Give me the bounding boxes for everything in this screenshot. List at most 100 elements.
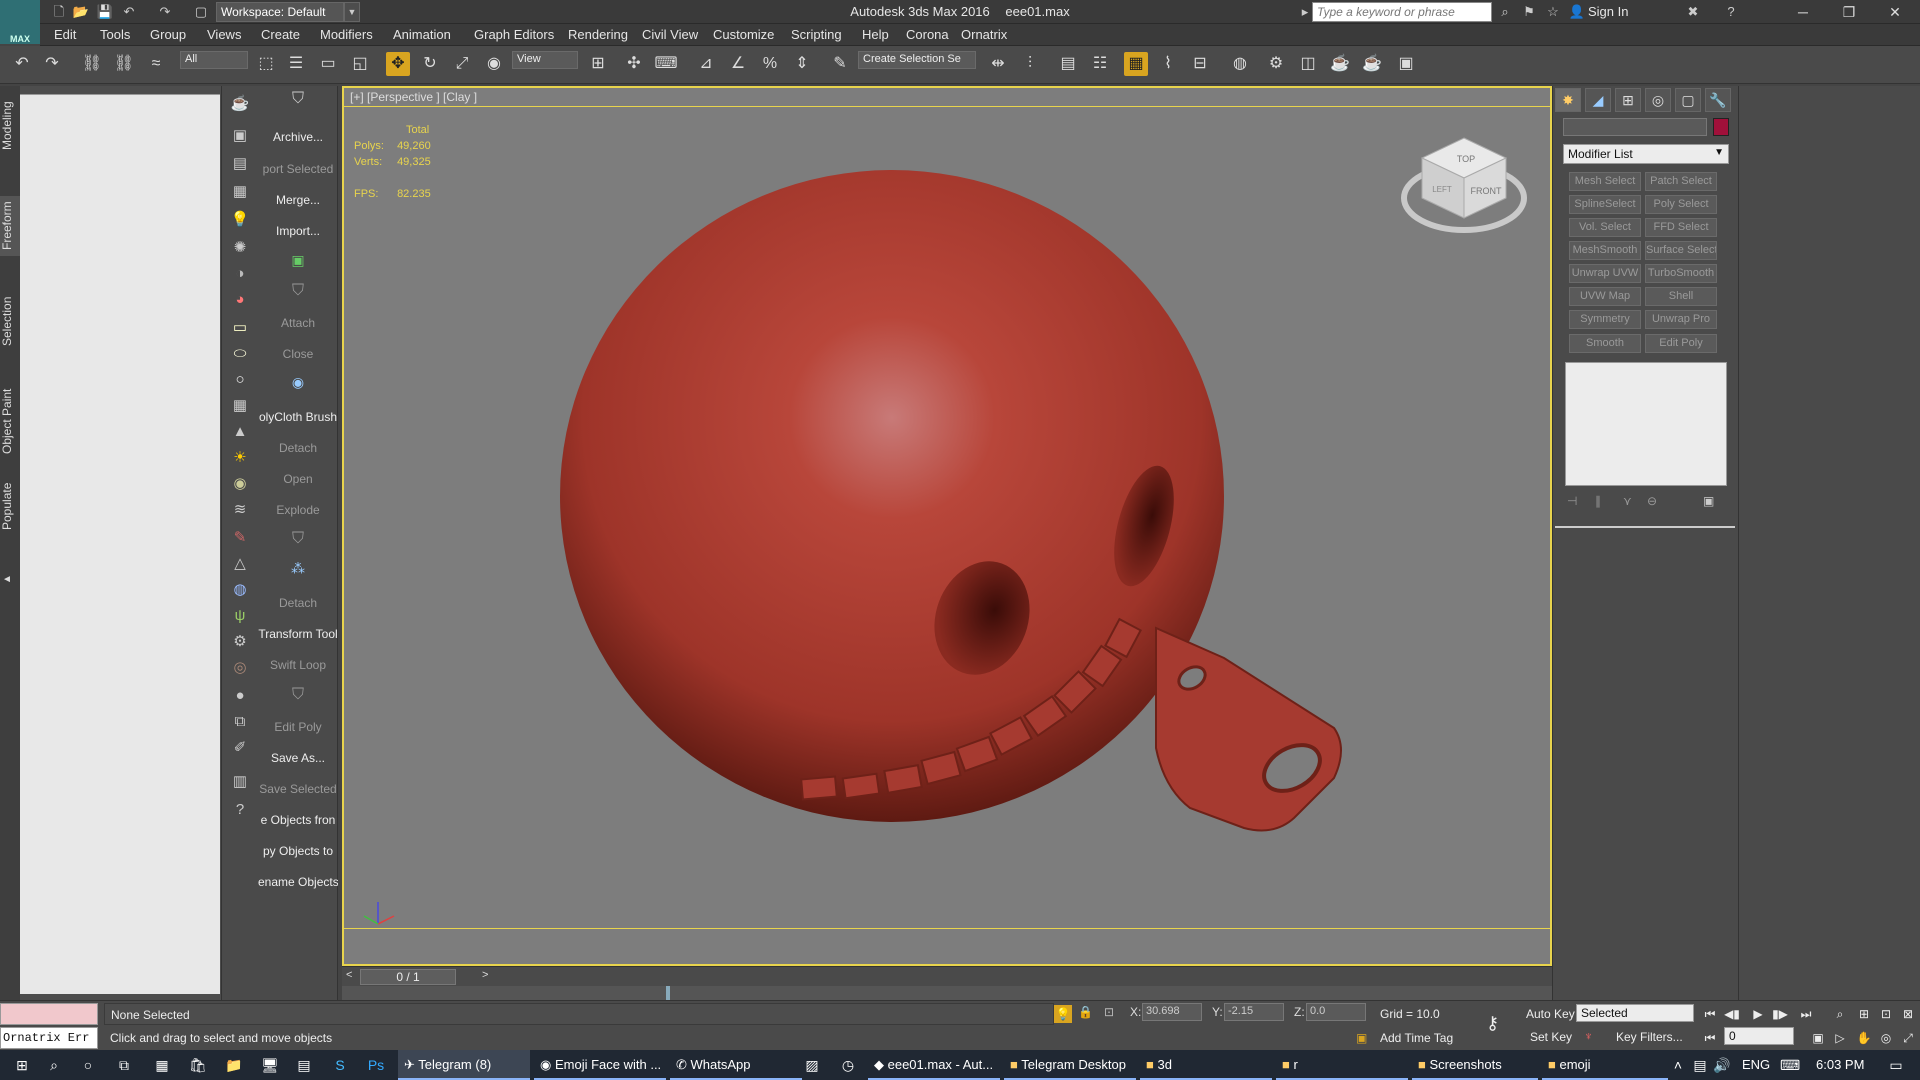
project-folder-icon[interactable]: ▢	[192, 3, 210, 21]
menu-edit[interactable]: Edit	[54, 27, 76, 42]
copy-objects-button[interactable]: py Objects to	[258, 844, 338, 858]
pan-hand-icon[interactable]: ✋	[1854, 1029, 1874, 1047]
unwrap-pro-button[interactable]: Unwrap Pro	[1645, 310, 1717, 329]
set-key-button[interactable]: Set Key	[1526, 1027, 1576, 1047]
save-as-button[interactable]: Save As...	[258, 751, 338, 765]
save-icon[interactable]: 💾	[96, 3, 114, 21]
grass-icon[interactable]: ψ	[228, 604, 252, 628]
turbosmooth-button[interactable]: TurboSmooth	[1645, 264, 1717, 283]
menu-help[interactable]: Help	[862, 27, 889, 42]
open-button[interactable]: Open	[258, 472, 338, 486]
goto-start-icon[interactable]: ⏮	[1700, 1005, 1720, 1023]
alt-app-icon[interactable]: ▤	[294, 1055, 314, 1075]
modifier-stack[interactable]	[1565, 362, 1727, 486]
poly-select-button[interactable]: Poly Select	[1645, 195, 1717, 214]
mesh-select-button[interactable]: Mesh Select	[1569, 172, 1641, 191]
utilities-tab-icon[interactable]: 🔧	[1705, 88, 1731, 112]
gear-icon[interactable]: ⚙	[228, 630, 252, 654]
select-by-name-icon[interactable]: ☰	[284, 52, 308, 76]
maxscript-listener-input[interactable]: Ornatrix Err	[0, 1027, 98, 1049]
list-icon[interactable]: ▤	[228, 152, 252, 176]
material-editor-icon[interactable]: ◍	[1228, 52, 1252, 76]
search-input[interactable]: Type a keyword or phrase	[1312, 2, 1492, 22]
select-object-icon[interactable]: ⬚	[254, 52, 278, 76]
taskbar-folder-r[interactable]: ■ r	[1276, 1050, 1408, 1080]
shell-button[interactable]: Shell	[1645, 287, 1717, 306]
taskbar-screenshots[interactable]: ■ Screenshots	[1412, 1050, 1538, 1080]
tab-populate[interactable]: Populate	[0, 476, 20, 536]
app-icon[interactable]: ▨	[802, 1055, 822, 1075]
track-bar[interactable]	[342, 986, 1552, 1000]
minimize-icon[interactable]: ─	[1780, 0, 1826, 24]
time-configuration-icon[interactable]: ▣	[1808, 1029, 1828, 1047]
object-name-field[interactable]	[1563, 118, 1707, 136]
play-icon[interactable]: ▶	[1748, 1005, 1768, 1023]
menu-rendering[interactable]: Rendering	[568, 27, 628, 42]
oval-icon[interactable]: ⬭	[228, 342, 252, 366]
spray-icon[interactable]: ✺	[228, 236, 252, 260]
bind-space-warp-icon[interactable]: ≈	[144, 52, 168, 76]
clock[interactable]: 6:03 PM	[1810, 1050, 1880, 1080]
uvw-map-button[interactable]: UVW Map	[1569, 287, 1641, 306]
rectangular-selection-icon[interactable]: ▭	[316, 52, 340, 76]
shield-icon[interactable]: ⛉	[258, 530, 338, 548]
chevron-down-icon[interactable]: ▼	[344, 2, 360, 22]
mirror-icon[interactable]: ⇹	[986, 52, 1010, 76]
key-icon[interactable]: ⚷	[1486, 1013, 1499, 1034]
make-unique-icon[interactable]: ⋎	[1623, 494, 1632, 508]
remove-modifier-icon[interactable]: ⊖	[1647, 494, 1657, 508]
cortana-icon[interactable]: ○	[78, 1055, 98, 1075]
menu-graph-editors[interactable]: Graph Editors	[474, 27, 554, 42]
previous-frame-icon[interactable]: ◀▮	[1722, 1005, 1742, 1023]
paint-icon[interactable]: ✎	[228, 526, 252, 550]
skype-icon[interactable]: S	[330, 1055, 350, 1075]
wing-icon[interactable]: ⛉	[258, 282, 338, 300]
redo-icon[interactable]: ↷	[40, 52, 64, 76]
menu-group[interactable]: Group	[150, 27, 186, 42]
tab-selection[interactable]: Selection	[0, 286, 20, 356]
show-end-result-icon[interactable]: ∥	[1595, 494, 1601, 508]
hierarchy-tab-icon[interactable]: ⊞	[1615, 88, 1641, 112]
plane-icon[interactable]: ▭	[228, 316, 252, 340]
render-production-icon[interactable]: ☕	[1328, 52, 1352, 76]
track-bar-marker[interactable]	[666, 986, 670, 1000]
shield-icon[interactable]: ⛉	[258, 90, 338, 108]
rename-icon[interactable]: ✐	[228, 736, 252, 760]
layers-icon[interactable]: ≋	[228, 498, 252, 522]
orbit-icon[interactable]: ◎	[1876, 1029, 1896, 1047]
sphere-icon[interactable]: ●	[228, 684, 252, 708]
display-tab-icon[interactable]: ▢	[1675, 88, 1701, 112]
volume-icon[interactable]: 🔊	[1712, 1055, 1732, 1075]
sun-icon[interactable]: ☀	[228, 446, 252, 470]
menu-corona[interactable]: Corona	[906, 27, 949, 42]
viewcube[interactable]: TOP FRONT LEFT	[1394, 128, 1534, 248]
task-view-icon[interactable]: ⧉	[114, 1055, 134, 1075]
taskbar-telegram[interactable]: ✈ Telegram (8)	[398, 1050, 530, 1080]
menu-ornatrix[interactable]: Ornatrix	[961, 27, 1007, 42]
tab-freeform[interactable]: Freeform	[0, 196, 20, 256]
create-tab-icon[interactable]: ✸	[1555, 88, 1581, 112]
current-frame-field[interactable]: 0	[1724, 1027, 1794, 1045]
tray-chevron-icon[interactable]: ˄	[1668, 1055, 1688, 1075]
export-selected-button[interactable]: port Selected	[258, 162, 338, 176]
import-button[interactable]: Import...	[258, 224, 338, 238]
key-mode-icon[interactable]: ⏮	[1700, 1029, 1720, 1047]
maxscript-listener-output[interactable]	[0, 1003, 98, 1025]
select-and-rotate-icon[interactable]: ↻	[418, 52, 442, 76]
qr-icon[interactable]: ◉	[258, 374, 338, 391]
taskbar-3dsmax[interactable]: ◆ eee01.max - Aut...	[868, 1050, 1000, 1080]
a360-render-icon[interactable]: ▣	[1394, 52, 1418, 76]
menu-views[interactable]: Views	[207, 27, 241, 42]
window-crossing-icon[interactable]: ◱	[348, 52, 372, 76]
isolate-selection-icon[interactable]: 💡	[1054, 1005, 1072, 1023]
teapot-icon[interactable]: ☕	[228, 92, 252, 116]
schematic-view-icon[interactable]: ⊟	[1188, 52, 1212, 76]
render-setup-icon[interactable]: ⚙	[1264, 52, 1288, 76]
rename-objects-button[interactable]: ename Objects	[258, 875, 338, 889]
field-of-view-icon[interactable]: ▷	[1830, 1029, 1850, 1047]
symmetry-button[interactable]: Symmetry	[1569, 310, 1641, 329]
app-logo[interactable]: MAX	[0, 0, 40, 44]
key-selection-dropdown[interactable]: Selected	[1576, 1004, 1694, 1022]
disc-icon[interactable]: ◉	[228, 472, 252, 496]
scene-explorer-icon[interactable]: ▤	[1056, 52, 1080, 76]
